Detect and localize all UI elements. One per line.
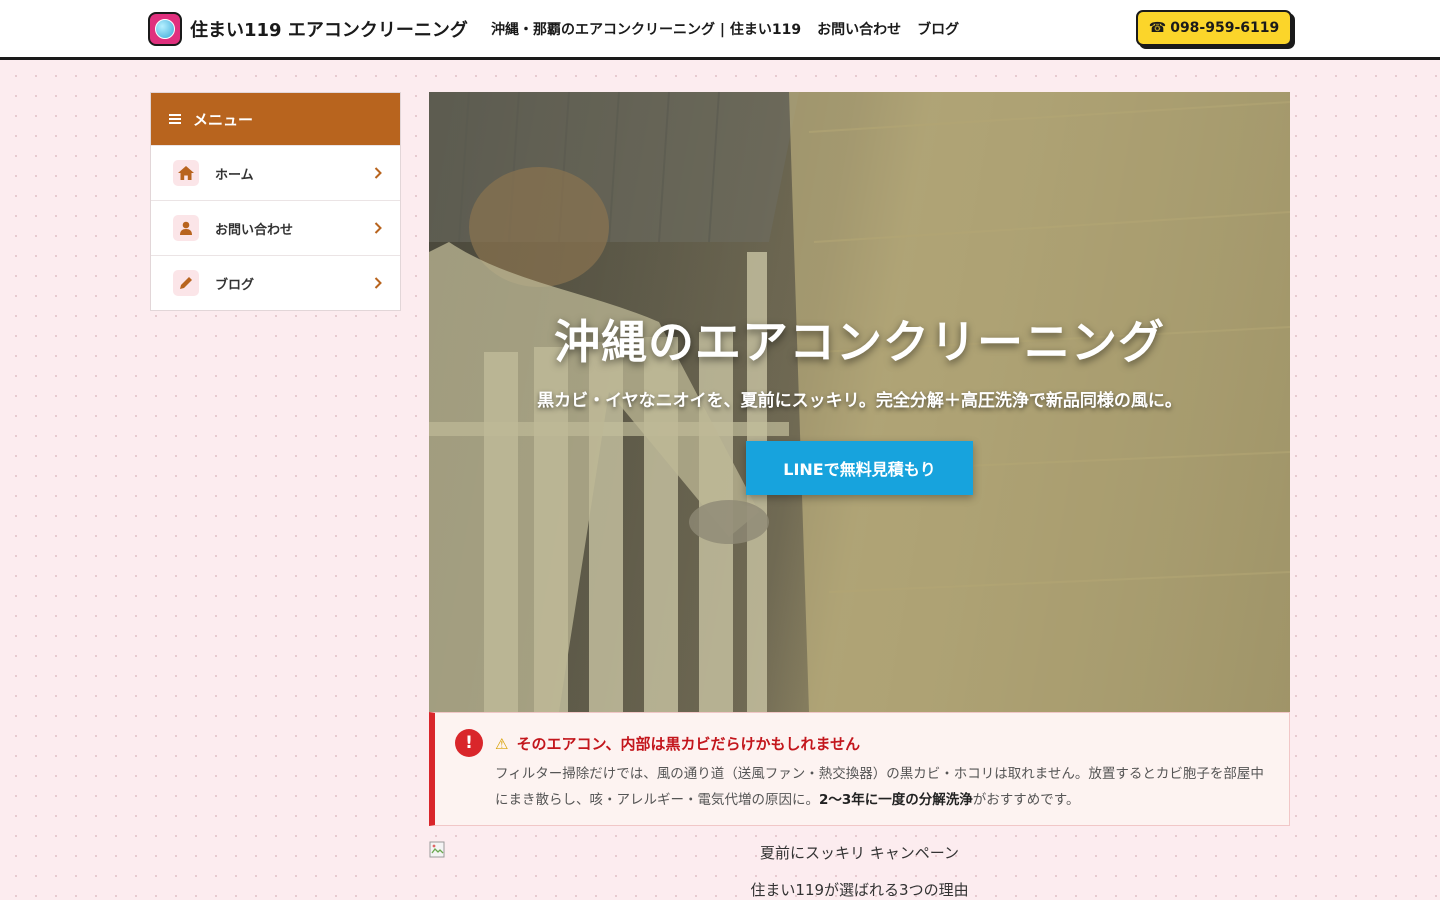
chevron-right-icon bbox=[374, 277, 382, 289]
chevron-right-icon bbox=[374, 167, 382, 179]
globe-icon bbox=[155, 19, 175, 39]
warning-alert: ! ⚠ そのエアコン、内部は黒カビだらけかもしれません フィルター掃除だけでは、… bbox=[429, 712, 1290, 826]
sidebar-item-label: ホーム bbox=[215, 167, 254, 183]
hero-subtitle: 黒カビ・イヤなニオイを、夏前にスッキリ。完全分解＋高圧洗浄で新品同様の風に。 bbox=[537, 391, 1182, 411]
sidebar-menu: メニュー ホーム お問い合わせ ブログ bbox=[150, 92, 401, 311]
nav-link-contact[interactable]: お問い合わせ bbox=[817, 19, 901, 39]
sidebar-title: メニュー bbox=[193, 110, 254, 129]
campaign-image-alt: 夏前にスッキリ キャンペーン bbox=[759, 844, 960, 862]
warning-icon: ⚠ bbox=[495, 734, 509, 753]
user-icon bbox=[173, 215, 199, 241]
home-icon bbox=[173, 160, 199, 186]
reasons-heading: 住まい119が選ばれる3つの理由 bbox=[750, 881, 969, 899]
hero-title: 沖縄のエアコンクリーニング bbox=[554, 315, 1165, 369]
hero-section: 沖縄のエアコンクリーニング 黒カビ・イヤなニオイを、夏前にスッキリ。完全分解＋高… bbox=[429, 92, 1290, 712]
phone-icon: ☎ bbox=[1148, 20, 1167, 36]
line-quote-button[interactable]: LINEで無料見積もり bbox=[746, 441, 973, 495]
sidebar-item-home[interactable]: ホーム bbox=[151, 145, 400, 200]
exclamation-icon: ! bbox=[455, 729, 483, 757]
phone-button[interactable]: ☎ 098-959-6119 bbox=[1136, 10, 1292, 46]
phone-number: 098-959-6119 bbox=[1170, 20, 1280, 36]
sidebar-item-label: ブログ bbox=[215, 277, 255, 293]
site-title[interactable]: 住まい119 エアコンクリーニング bbox=[190, 16, 468, 42]
site-logo[interactable] bbox=[148, 12, 182, 46]
sidebar-item-label: お問い合わせ bbox=[215, 222, 294, 238]
alert-title: ⚠ そのエアコン、内部は黒カビだらけかもしれません bbox=[495, 733, 860, 754]
alert-body: フィルター掃除だけでは、風の通り道（送風ファン・熱交換器）の黒カビ・ホコリは取れ… bbox=[495, 761, 1275, 813]
pencil-icon bbox=[173, 270, 199, 296]
alert-title-text: そのエアコン、内部は黒カビだらけかもしれません bbox=[516, 735, 861, 753]
alert-body-text-end: がおすすめです。 bbox=[972, 792, 1080, 808]
sidebar-item-blog[interactable]: ブログ bbox=[151, 255, 400, 310]
nav-link-home[interactable]: 沖縄・那覇のエアコンクリーニング | 住まい119 bbox=[491, 19, 801, 39]
sidebar-header: メニュー bbox=[151, 93, 400, 145]
menu-icon bbox=[169, 114, 181, 124]
main-nav: 沖縄・那覇のエアコンクリーニング | 住まい119 お問い合わせ ブログ bbox=[491, 19, 975, 39]
chevron-right-icon bbox=[374, 222, 382, 234]
alert-body-emphasis: 2〜3年に一度の分解洗浄 bbox=[819, 792, 973, 808]
site-header: 住まい119 エアコンクリーニング 沖縄・那覇のエアコンクリーニング | 住まい… bbox=[0, 0, 1440, 60]
nav-link-blog[interactable]: ブログ bbox=[917, 19, 959, 39]
sidebar-item-contact[interactable]: お問い合わせ bbox=[151, 200, 400, 255]
